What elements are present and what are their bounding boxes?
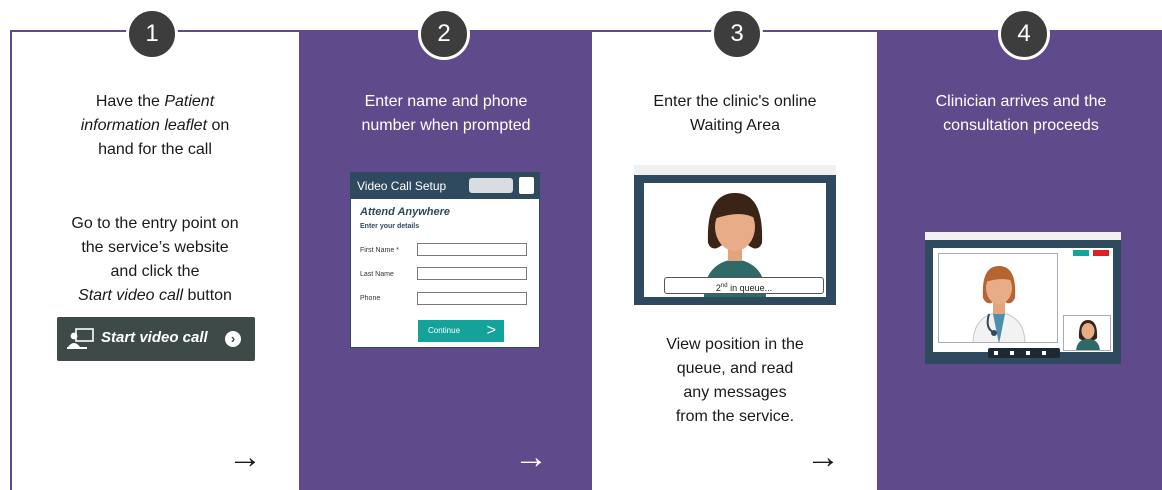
first-name-field[interactable] <box>417 243 527 256</box>
step-4-badge: 4 <box>998 8 1050 60</box>
consultation-screen <box>925 232 1121 364</box>
control-dot[interactable] <box>1026 351 1030 355</box>
step-1-text-b: Patient <box>164 93 215 110</box>
step-1-sub-a: Go to the entry point on <box>71 215 239 232</box>
patient-video-thumbnail <box>1063 315 1111 351</box>
window-title-bar <box>634 165 836 175</box>
step-3-sub-d: from the service. <box>675 408 795 425</box>
step-1-heading: Have the Patient information leaflet on … <box>20 90 290 162</box>
queue-text: in queue... <box>727 283 773 293</box>
step-3-sub-b: queue, and read <box>676 360 794 377</box>
clinician-video <box>938 253 1058 343</box>
video-call-icon <box>67 328 94 349</box>
step-2-heading: Enter name and phone number when prompte… <box>310 90 582 138</box>
phone-label: Phone <box>360 295 381 302</box>
last-name-label: Last Name <box>360 271 394 278</box>
step-3-subtext: View position in the queue, and read any… <box>600 333 870 429</box>
step-3-sub-a: View position in the <box>666 336 804 353</box>
step-2-text-a: Enter name and phone <box>364 93 528 110</box>
step-3-badge: 3 <box>711 8 763 60</box>
step-3-text-b: Waiting Area <box>689 117 781 134</box>
step-1-text-c: information leaflet <box>80 117 208 134</box>
step-1-text-a: Have the <box>95 93 165 110</box>
patient-avatar <box>1076 320 1100 350</box>
first-name-label: First Name * <box>360 247 399 254</box>
form-title-bar: Video Call Setup <box>351 173 539 199</box>
continue-label: Continue <box>428 326 461 335</box>
chevron-right-icon: › <box>225 331 241 347</box>
control-dot[interactable] <box>1042 351 1046 355</box>
step-1-badge: 1 <box>126 8 178 60</box>
chevron-right-icon: > <box>486 322 496 339</box>
phone-field[interactable] <box>417 292 527 305</box>
step-1-sub-d: Start video call <box>78 287 183 304</box>
start-video-call-button[interactable]: Start video call › <box>57 317 255 361</box>
title-bar-pill <box>469 178 513 193</box>
step-1-text-e: hand for the call <box>98 141 212 158</box>
step-3-sub-c: any messages <box>683 384 787 401</box>
status-tag-red <box>1093 250 1109 256</box>
window-title-bar <box>925 232 1121 240</box>
waiting-area-screen: 2nd in queue... <box>634 165 836 305</box>
step-1-sub-e: button <box>183 287 232 304</box>
consultation-view <box>933 248 1113 358</box>
step-3-heading: Enter the clinic's online Waiting Area <box>600 90 870 138</box>
step-1-sub-b: the service’s website <box>81 239 229 256</box>
start-video-call-label: Start video call <box>101 329 208 346</box>
continue-button[interactable]: Continue > <box>418 320 504 342</box>
queue-suffix: nd <box>720 283 728 289</box>
step-1-subtext: Go to the entry point on the service’s w… <box>20 212 290 308</box>
call-controls-bar[interactable] <box>988 348 1060 358</box>
status-tag-teal <box>1073 250 1089 256</box>
control-dot[interactable] <box>1010 351 1014 355</box>
queue-position-box: 2nd in queue... <box>664 277 824 294</box>
step-4-heading: Clinician arrives and the consultation p… <box>886 90 1156 138</box>
step-1-sub-c: and click the <box>110 263 200 280</box>
waiting-area-view: 2nd in queue... <box>644 183 826 297</box>
arrow-right-icon: → <box>514 438 548 476</box>
step-2-badge: 2 <box>418 8 470 60</box>
step-4-text-a: Clinician arrives and the <box>935 93 1107 110</box>
last-name-field[interactable] <box>417 267 527 280</box>
video-call-setup-form: Video Call Setup Attend Anywhere Enter y… <box>350 172 540 348</box>
form-title: Video Call Setup <box>357 179 447 193</box>
step-1-text-d: on <box>207 117 230 134</box>
step-3-text-a: Enter the clinic's online <box>653 93 817 110</box>
clinician-avatar <box>972 266 1026 342</box>
form-subtitle: Enter your details <box>360 223 420 230</box>
arrow-right-icon: → <box>806 438 840 476</box>
title-bar-box <box>519 177 534 194</box>
arrow-right-icon: → <box>228 438 262 476</box>
control-dot[interactable] <box>994 351 998 355</box>
brand-label: Attend Anywhere <box>360 206 451 218</box>
step-4-text-b: consultation proceeds <box>943 117 1099 134</box>
step-2-text-b: number when prompted <box>361 117 531 134</box>
